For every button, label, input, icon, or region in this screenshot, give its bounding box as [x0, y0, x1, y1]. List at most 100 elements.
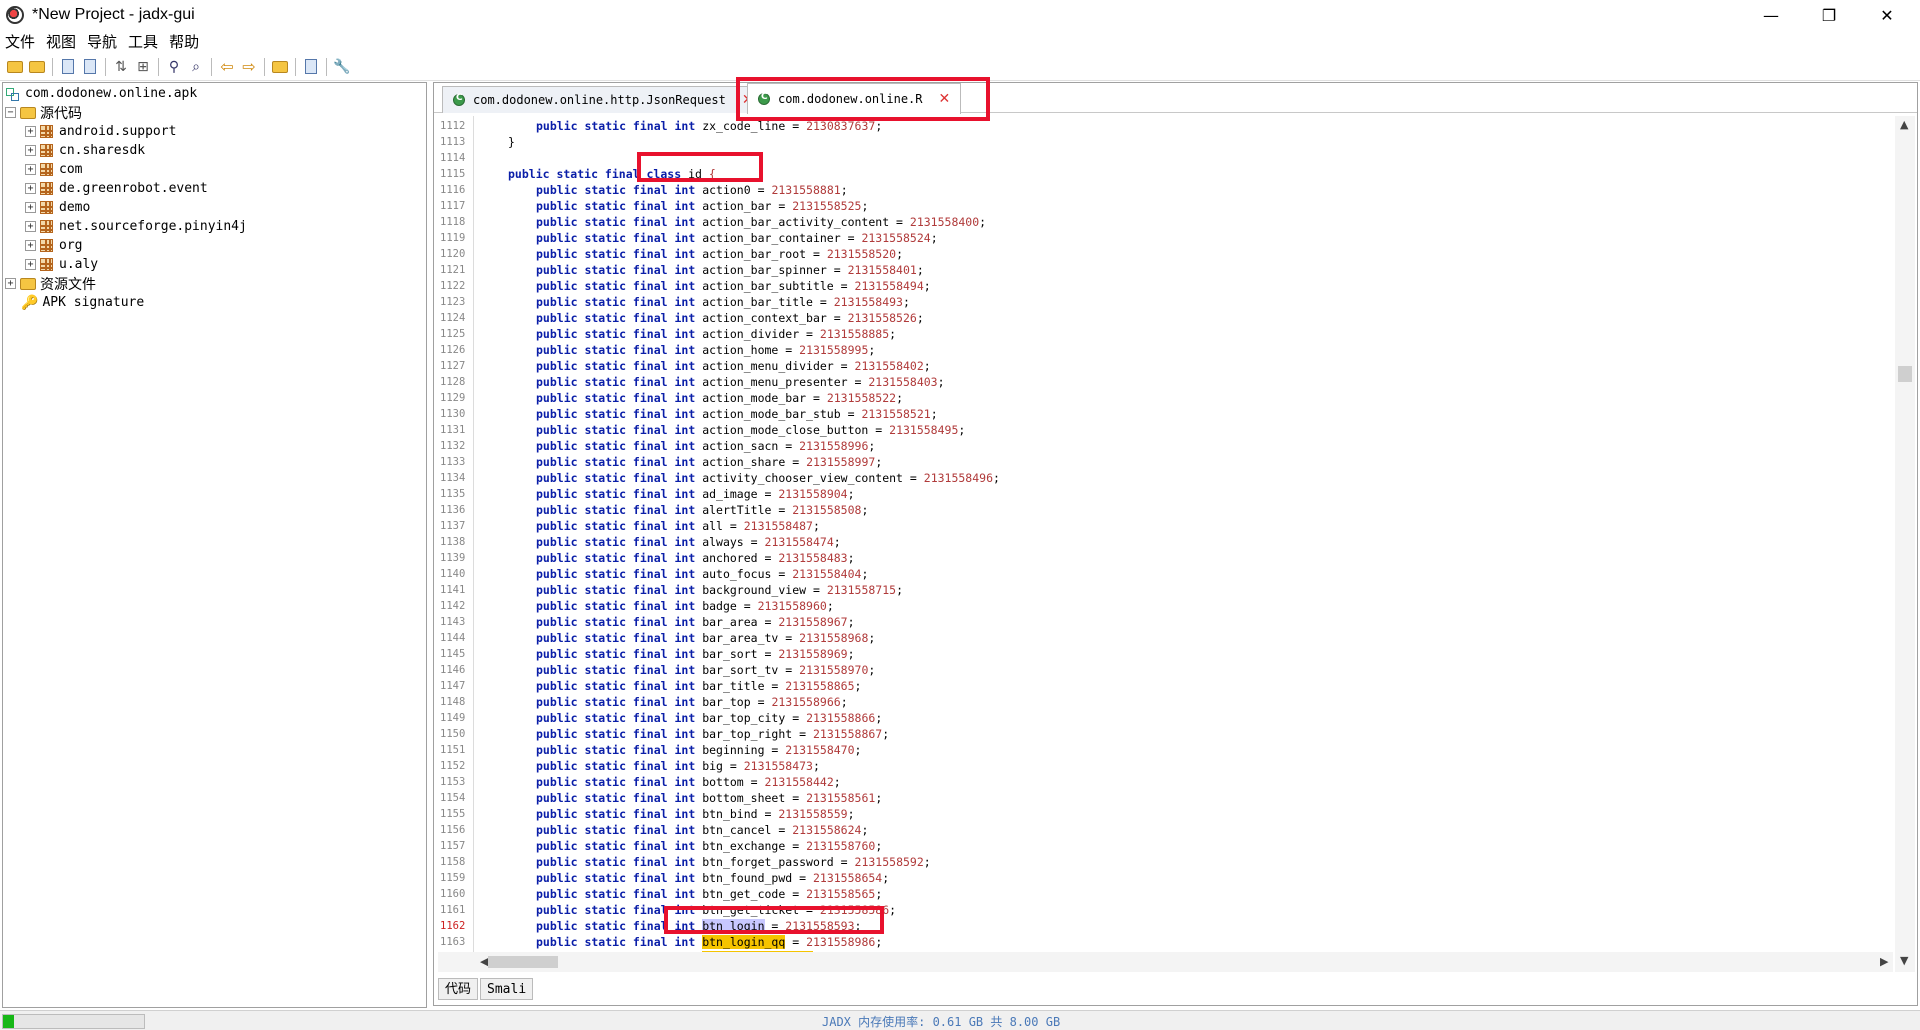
- close-window-button[interactable]: ✕: [1858, 0, 1916, 30]
- code-text: public static final int action_bar_root …: [536, 247, 904, 261]
- field-value: 2131558487: [743, 519, 813, 533]
- code-line: 1149 public static final int bar_top_city…: [438, 710, 1893, 726]
- tab-code[interactable]: 代码: [438, 978, 479, 1000]
- line-number: 1116: [440, 184, 466, 196]
- add-files-icon[interactable]: [28, 58, 46, 76]
- tree-apk-signature[interactable]: 🔑 APK signature: [21, 293, 144, 312]
- back-icon[interactable]: ⇦: [218, 58, 236, 76]
- scroll-up-icon[interactable]: ▲: [1900, 118, 1908, 131]
- keyword: public static final int: [536, 471, 696, 485]
- line-number: 1117: [440, 200, 466, 212]
- menu-tools[interactable]: 工具: [123, 31, 164, 52]
- code-text: public static final int bottom_sheet = 2…: [536, 791, 883, 805]
- menu-navigate[interactable]: 导航: [82, 31, 123, 52]
- export-icon[interactable]: [81, 58, 99, 76]
- code-line: 1114: [438, 150, 1893, 166]
- field-name: bar_top: [702, 695, 751, 709]
- tree-package-item[interactable]: + demo: [25, 198, 90, 217]
- tab-smali[interactable]: Smali: [480, 978, 534, 1000]
- keyword: public static final int: [536, 839, 696, 853]
- tree-package-item[interactable]: + u.aly: [25, 255, 98, 274]
- tree-package-item[interactable]: + de.greenrobot.event: [25, 179, 208, 198]
- line-number: 1153: [440, 776, 466, 788]
- package-icon: [40, 239, 53, 252]
- field-name: action_bar_subtitle: [702, 279, 834, 293]
- line-number: 1157: [440, 840, 466, 852]
- field-value: 2131558493: [833, 295, 903, 309]
- expand-icon[interactable]: +: [25, 202, 36, 213]
- keyword: public static final int: [536, 855, 696, 869]
- code-line: 1121 public static final int action_bar_s…: [438, 262, 1893, 278]
- keyword: public static final int: [536, 791, 696, 805]
- expand-icon[interactable]: +: [25, 221, 36, 232]
- field-value: 2131558867: [812, 727, 883, 741]
- decompile-all-icon[interactable]: [271, 58, 289, 76]
- field-value: 2131558960: [757, 599, 827, 613]
- field-name: btn_forget_password: [702, 855, 834, 869]
- close-tab-icon[interactable]: ✕: [939, 91, 951, 107]
- sync-icon[interactable]: ⇅: [112, 58, 130, 76]
- tab-jsonrequest[interactable]: com.dodonew.online.http.JsonRequest ✕: [442, 86, 765, 113]
- expand-icon[interactable]: +: [25, 240, 36, 251]
- tree-root[interactable]: com.dodonew.online.apk: [5, 84, 197, 103]
- field-value: 2131558593: [785, 919, 855, 933]
- tree-package-item[interactable]: + android.support: [25, 122, 176, 141]
- expand-icon[interactable]: +: [25, 183, 36, 194]
- expand-icon[interactable]: +: [5, 278, 16, 289]
- line-number: 1146: [440, 664, 466, 676]
- line-number: 1150: [440, 728, 466, 740]
- save-all-icon[interactable]: [59, 58, 77, 76]
- field-name: action_bar: [702, 199, 772, 213]
- code-text: public static final int bar_top = 213155…: [536, 695, 848, 709]
- code-line: 1159 public static final int btn_found_pw…: [438, 870, 1893, 886]
- code-line: 1157 public static final int btn_exchange…: [438, 838, 1893, 854]
- expand-icon[interactable]: +: [25, 126, 36, 137]
- field-name: ad_image: [702, 487, 758, 501]
- horizontal-scrollbar[interactable]: ◀ ▶: [438, 952, 1893, 972]
- vertical-scrollbar[interactable]: ▲ ▼: [1895, 116, 1915, 972]
- tree-source-folder[interactable]: − 源代码: [5, 103, 82, 122]
- find-class-icon[interactable]: ⌕: [187, 58, 205, 76]
- keyword: public static final int: [536, 247, 696, 261]
- flatten-packages-icon[interactable]: ⊞: [134, 58, 152, 76]
- scroll-down-icon[interactable]: ▼: [1900, 954, 1908, 967]
- tree-package-item[interactable]: + com: [25, 160, 82, 179]
- scroll-right-icon[interactable]: ▶: [1880, 955, 1888, 968]
- tree-package-item[interactable]: + cn.sharesdk: [25, 141, 145, 160]
- forward-icon[interactable]: ⇨: [240, 58, 258, 76]
- tab-r-class[interactable]: com.dodonew.online.R ✕: [747, 83, 962, 114]
- field-value: 2131558521: [861, 407, 931, 421]
- keyword: public static final int: [536, 631, 696, 645]
- line-number: 1156: [440, 824, 466, 836]
- field-value: 2131558986: [806, 935, 876, 949]
- restore-button[interactable]: ❐: [1800, 0, 1858, 30]
- code-line: 1136 public static final int alertTitle =…: [438, 502, 1893, 518]
- menu-help[interactable]: 帮助: [164, 31, 205, 52]
- collapse-icon[interactable]: −: [5, 107, 16, 118]
- code-text: public static final int auto_focus = 213…: [536, 567, 869, 581]
- line-number: 1131: [440, 424, 466, 436]
- line-number: 1160: [440, 888, 466, 900]
- expand-icon[interactable]: +: [25, 164, 36, 175]
- code-line: 1156 public static final int btn_cancel =…: [438, 822, 1893, 838]
- menu-view[interactable]: 视图: [41, 31, 82, 52]
- tree-package-item[interactable]: + net.sourceforge.pinyin4j: [25, 217, 247, 236]
- search-icon[interactable]: ⚲: [165, 58, 183, 76]
- keyword: public static final int: [536, 327, 696, 341]
- expand-icon[interactable]: +: [25, 259, 36, 270]
- log-icon[interactable]: [302, 58, 320, 76]
- tree-resources-folder[interactable]: + 资源文件: [5, 274, 96, 293]
- keyword: public static final int: [536, 903, 696, 917]
- minimize-button[interactable]: —: [1742, 0, 1800, 30]
- open-file-icon[interactable]: [6, 58, 24, 76]
- tree-package-item[interactable]: + org: [25, 236, 82, 255]
- scroll-thumb[interactable]: [1898, 366, 1912, 382]
- code-line: 1129 public static final int action_mode_…: [438, 390, 1893, 406]
- code-line: 1134 public static final int activity_cho…: [438, 470, 1893, 486]
- scroll-thumb[interactable]: [488, 956, 558, 968]
- field-name-selected: btn_login: [702, 919, 765, 933]
- code-editor[interactable]: 1112 public static final int zx_code_line…: [438, 116, 1893, 952]
- preferences-icon[interactable]: 🔧: [333, 58, 351, 76]
- menu-file[interactable]: 文件: [0, 31, 41, 52]
- expand-icon[interactable]: +: [25, 145, 36, 156]
